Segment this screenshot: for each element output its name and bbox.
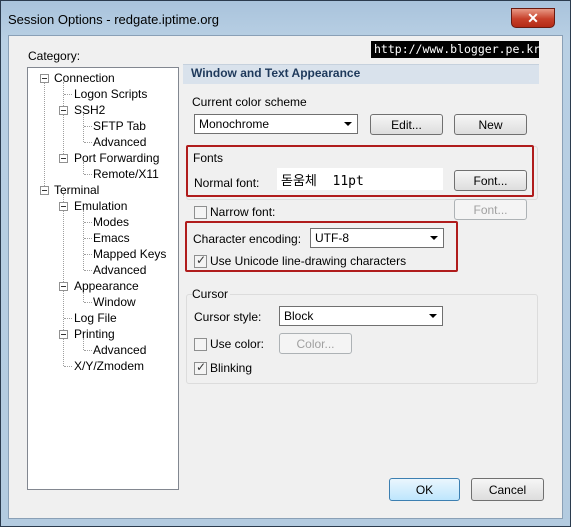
use-color-label: Use color: xyxy=(210,337,265,351)
tree-item-xyz-modem[interactable]: X/Y/Zmodem xyxy=(74,358,144,374)
tree-connector xyxy=(84,174,92,175)
tree-item-printing[interactable]: Printing xyxy=(74,326,115,342)
unicode-line-drawing-label: Use Unicode line-drawing characters xyxy=(210,254,407,268)
chevron-down-icon xyxy=(430,236,438,240)
unicode-line-drawing-checkbox[interactable] xyxy=(194,253,207,268)
collapse-icon[interactable] xyxy=(59,154,68,163)
tree-item-connection[interactable]: Connection xyxy=(54,70,115,86)
cancel-button[interactable]: Cancel xyxy=(471,478,544,501)
tree-connector xyxy=(84,270,92,271)
tree-item-port-forwarding[interactable]: Port Forwarding xyxy=(74,150,159,166)
normal-font-display: 돋움체 11pt xyxy=(277,168,443,190)
collapse-icon[interactable] xyxy=(59,330,68,339)
color-scheme-select[interactable]: Monochrome xyxy=(194,114,358,134)
character-encoding-select[interactable]: UTF-8 xyxy=(310,228,444,248)
chevron-down-icon xyxy=(429,314,437,318)
tree-item-sftp-tab[interactable]: SFTP Tab xyxy=(93,118,146,134)
tree-item-window[interactable]: Window xyxy=(93,294,136,310)
blinking-checkbox[interactable] xyxy=(194,360,207,375)
tree-connector xyxy=(84,302,92,303)
edit-scheme-button[interactable]: Edit... xyxy=(370,114,443,135)
tree-connector xyxy=(64,318,72,319)
fonts-group-label: Fonts xyxy=(193,151,224,165)
ok-button[interactable]: OK xyxy=(389,478,460,501)
tree-item-emulation-advanced[interactable]: Advanced xyxy=(93,262,146,278)
color-scheme-label: Current color scheme xyxy=(192,95,307,109)
tree-connector xyxy=(84,142,92,143)
tree-item-ssh2[interactable]: SSH2 xyxy=(74,102,105,118)
use-color-checkbox[interactable] xyxy=(194,338,207,351)
tree-item-emacs[interactable]: Emacs xyxy=(93,230,130,246)
blinking-label: Blinking xyxy=(210,361,253,375)
collapse-icon[interactable] xyxy=(40,74,49,83)
tree-connector xyxy=(84,238,92,239)
collapse-icon[interactable] xyxy=(40,186,49,195)
normal-font-label: Normal font: xyxy=(194,176,260,190)
tree-connector xyxy=(84,126,92,127)
window-title: Session Options - redgate.iptime.org xyxy=(8,12,219,27)
cursor-style-value: Block xyxy=(284,309,314,323)
cursor-style-select[interactable]: Block xyxy=(279,306,443,326)
tree-connector xyxy=(63,194,64,338)
tree-item-ssh2-advanced[interactable]: Advanced xyxy=(93,134,146,150)
cursor-group-label: Cursor xyxy=(192,287,231,301)
tree-connector xyxy=(63,338,64,366)
tree-item-log-file[interactable]: Log File xyxy=(74,310,117,326)
cursor-color-button[interactable]: Color... xyxy=(279,333,352,354)
tree-item-mapped-keys[interactable]: Mapped Keys xyxy=(93,246,166,262)
tree-connector xyxy=(83,210,84,270)
category-label: Category: xyxy=(28,49,81,63)
collapse-icon[interactable] xyxy=(59,282,68,291)
collapse-icon[interactable] xyxy=(59,106,68,115)
tree-connector xyxy=(84,350,92,351)
watermark-text: http://www.blogger.pe.kr xyxy=(371,41,540,58)
tree-connector xyxy=(84,254,92,255)
normal-font-button[interactable]: Font... xyxy=(454,170,527,191)
collapse-icon[interactable] xyxy=(59,202,68,211)
tree-item-modes[interactable]: Modes xyxy=(93,214,129,230)
narrow-font-button[interactable]: Font... xyxy=(454,199,527,220)
tree-item-terminal[interactable]: Terminal xyxy=(54,182,99,198)
chevron-down-icon xyxy=(344,122,352,126)
panel-title: Window and Text Appearance xyxy=(191,66,361,80)
tree-connector xyxy=(44,82,45,192)
character-encoding-value: UTF-8 xyxy=(315,231,349,245)
tree-connector xyxy=(84,222,92,223)
cursor-style-label: Cursor style: xyxy=(194,310,262,324)
narrow-font-checkbox[interactable] xyxy=(194,206,207,219)
normal-font-value: 돋움체 11pt xyxy=(281,174,364,189)
tree-item-logon-scripts[interactable]: Logon Scripts xyxy=(74,86,147,102)
new-scheme-button[interactable]: New xyxy=(454,114,527,135)
tree-item-printing-advanced[interactable]: Advanced xyxy=(93,342,146,358)
tree-connector xyxy=(64,366,72,367)
tree-item-remote-x11[interactable]: Remote/X11 xyxy=(93,166,159,182)
tree-connector xyxy=(83,114,84,142)
tree-connector xyxy=(64,94,72,95)
narrow-font-label: Narrow font: xyxy=(210,205,276,219)
tree-item-emulation[interactable]: Emulation xyxy=(74,198,127,214)
tree-item-appearance[interactable]: Appearance xyxy=(74,278,139,294)
close-button[interactable]: ✕ xyxy=(511,8,555,28)
close-icon: ✕ xyxy=(527,9,539,26)
character-encoding-label: Character encoding: xyxy=(193,232,302,246)
color-scheme-value: Monochrome xyxy=(199,117,270,131)
